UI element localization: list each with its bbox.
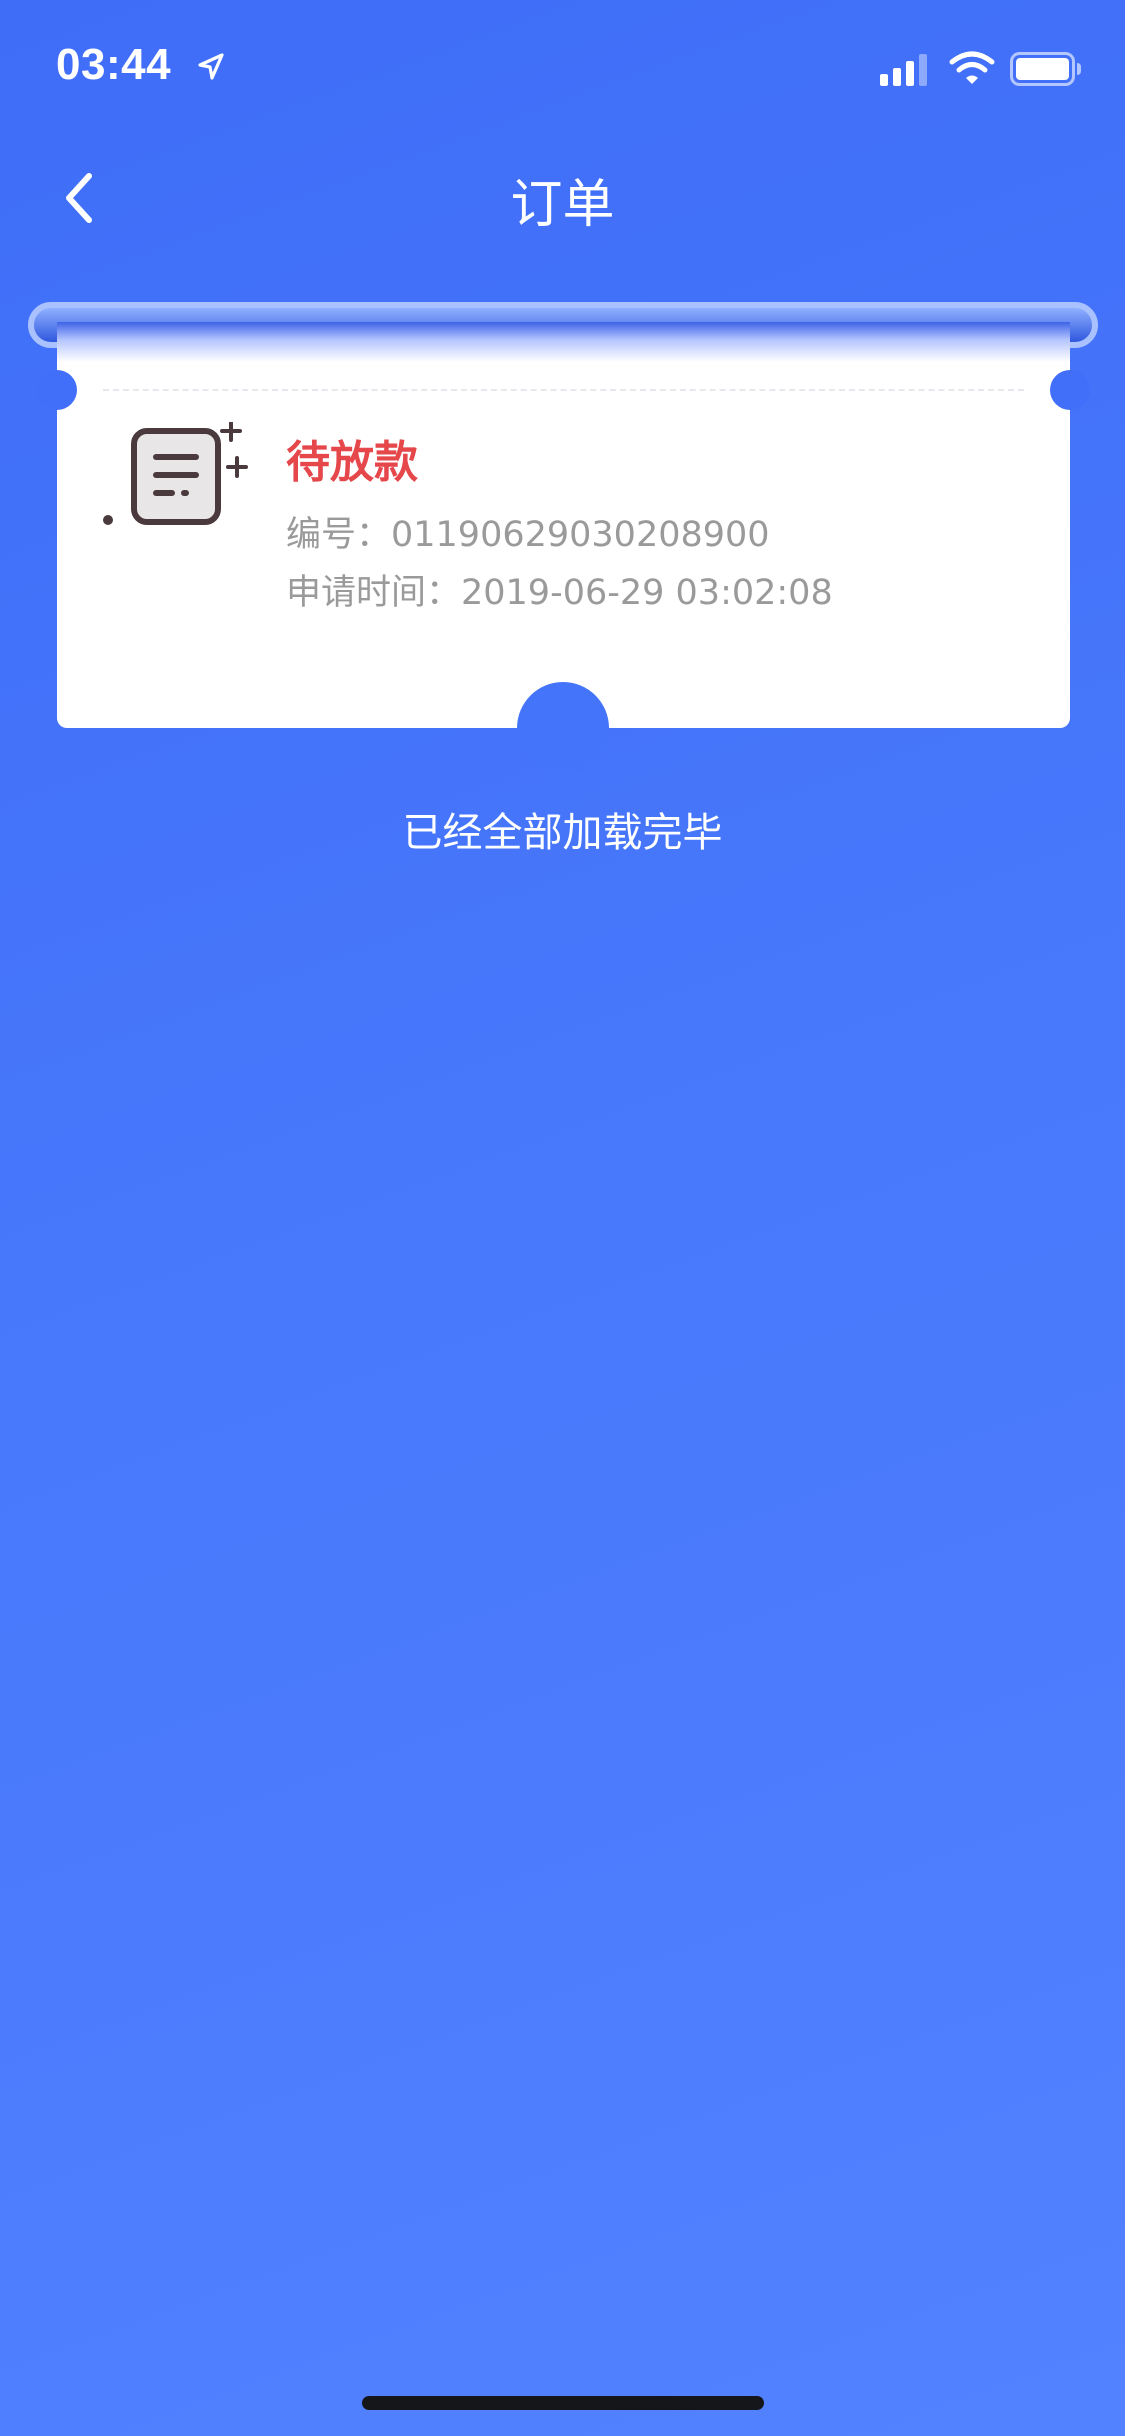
list-end-message: 已经全部加载完毕: [402, 810, 723, 856]
ticket-notch-left: [37, 370, 77, 410]
ticket-notch-bottom: [517, 682, 609, 774]
ticket-divider: [103, 389, 1024, 391]
status-bar: 03:44: [0, 0, 1125, 132]
order-status: 待放款: [286, 437, 418, 488]
battery-icon: [1010, 52, 1081, 86]
location-arrow-icon: [198, 53, 224, 80]
order-card[interactable]: 待放款 编号：01190629030208900 申请时间：2019-06-29…: [37, 322, 1090, 774]
status-time: 03:44: [56, 40, 172, 89]
order-apply-time: 申请时间：2019-06-29 03:02:08: [286, 573, 833, 613]
document-icon: [103, 422, 248, 525]
wifi-icon: [949, 51, 995, 84]
ticket-notch-right: [1050, 370, 1090, 410]
nav-bar: 订单: [0, 132, 1125, 262]
home-indicator[interactable]: [362, 2396, 764, 2410]
ticket-shadow: [57, 322, 1070, 362]
page-title: 订单: [510, 175, 615, 235]
signal-icon: [880, 54, 927, 86]
order-number: 编号：01190629030208900: [286, 515, 770, 555]
